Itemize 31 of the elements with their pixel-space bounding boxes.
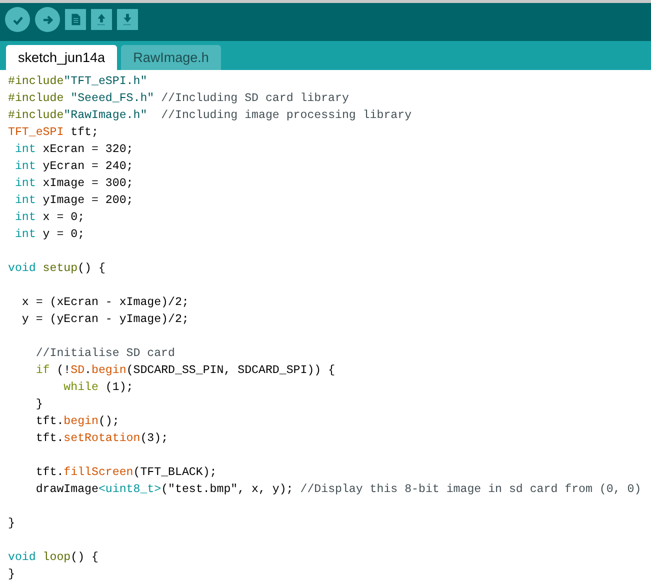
code-line: //Initialise SD card — [34, 346, 176, 362]
code-line: } — [8, 516, 16, 532]
code-line: x = (xEcran - xImage)/2; — [20, 295, 190, 311]
code-line: #include"TFT_eSPI.h" — [8, 74, 148, 90]
open-button[interactable] — [91, 9, 112, 30]
code-line: } — [8, 567, 16, 583]
upload-button[interactable] — [35, 7, 60, 32]
code-line: int yImage = 200; — [14, 193, 134, 209]
code-line: int xEcran = 320; — [14, 142, 134, 158]
code-line: #include "Seeed_FS.h" //Including SD card library — [8, 91, 350, 107]
code-line: tft.fillScreen(TFT_BLACK); — [34, 465, 218, 481]
code-line: tft.begin(); — [34, 414, 120, 430]
file-tab[interactable]: RawImage.h — [121, 45, 221, 70]
code-line: drawImage<uint8_t>("test.bmp", x, y); //Display this 8-bit image in sd card from (0, 0) — [34, 482, 642, 498]
code-line: int x = 0; — [14, 210, 86, 226]
file-tab[interactable]: sketch_jun14a — [6, 45, 118, 70]
new-button[interactable] — [65, 9, 86, 30]
code-line: while (1); — [62, 380, 134, 396]
code-line: } — [34, 397, 44, 413]
code-line: tft.setRotation(3); — [34, 431, 170, 447]
code-line: #include"RawImage.h" //Including image processing library — [8, 108, 413, 124]
verify-button[interactable] — [5, 7, 30, 32]
code-line: void setup() { — [8, 261, 106, 277]
code-line: if (!SD.begin(SDCARD_SS_PIN, SDCARD_SPI)) { — [34, 363, 336, 379]
code-line: TFT_eSPI tft; — [8, 125, 100, 141]
code-line: void loop() { — [8, 550, 100, 566]
code-line: int y = 0; — [14, 227, 86, 243]
code-line: int yEcran = 240; — [14, 159, 134, 175]
code-line: y = (yEcran - yImage)/2; — [20, 312, 190, 328]
code-line: int xImage = 300; — [14, 176, 134, 192]
save-button[interactable] — [117, 9, 138, 30]
